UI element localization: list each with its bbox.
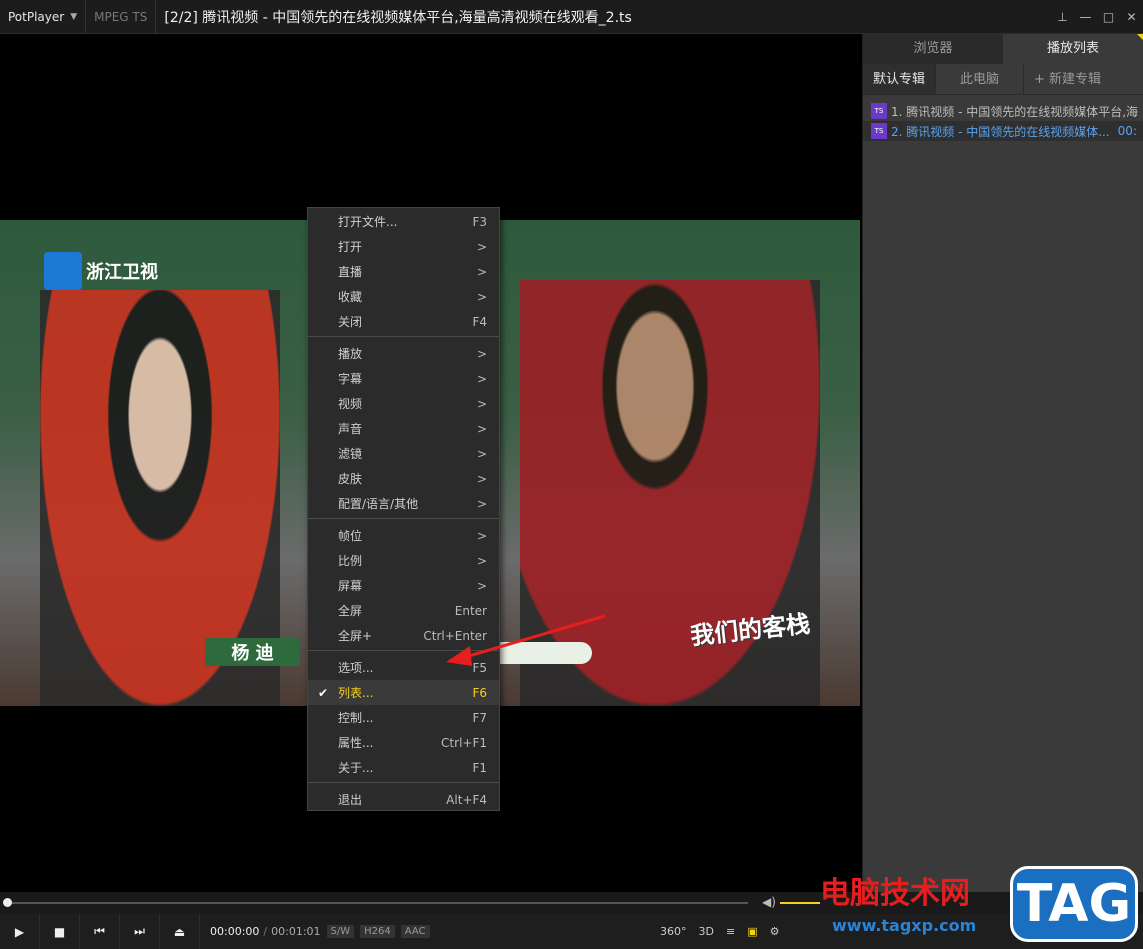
menu-item-config[interactable]: 配置/语言/其他 > (308, 491, 499, 516)
next-button[interactable]: ⏭ (120, 914, 160, 949)
menu-item-open-file[interactable]: 打开文件... F3 (308, 209, 499, 234)
playlist-panel: 浏览器 播放列表 默认专辑 此电脑 + 新建专辑 TS 1. 腾讯视频 - 中国… (862, 34, 1143, 892)
playlist-item-current[interactable]: TS 2. 腾讯视频 - 中国领先的在线视频媒体... 00: (863, 121, 1143, 141)
menu-item-live[interactable]: 直播 > (308, 259, 499, 284)
menu-item-audio[interactable]: 声音 > (308, 416, 499, 441)
close-icon[interactable]: ✕ (1120, 10, 1143, 24)
3d-button[interactable]: 3D (699, 925, 714, 938)
seek-track[interactable] (6, 902, 748, 904)
name-caption: 杨 迪 (205, 638, 300, 666)
chevron-down-icon: ▼ (70, 11, 78, 22)
context-menu: 打开文件... F3 打开 > 直播 > 收藏 > 关闭 F4 播放 > 字幕 > 视频 > 声… (307, 207, 500, 811)
channel-logo-icon (44, 252, 82, 290)
menu-item-skins[interactable]: 皮肤 > (308, 466, 499, 491)
stop-button[interactable]: ■ (40, 914, 80, 949)
menu-item-filters[interactable]: 滤镜 > (308, 441, 499, 466)
menu-item-properties[interactable]: 属性... Ctrl+F1 (308, 730, 499, 755)
menu-item-subtitles[interactable]: 字幕 > (308, 366, 499, 391)
eject-button[interactable]: ⏏ (160, 914, 200, 949)
menu-item-aspect[interactable]: 比例 > (308, 548, 499, 573)
playlist-item[interactable]: TS 1. 腾讯视频 - 中国领先的在线视频媒体平台,海 (863, 101, 1143, 121)
watermark: 电脑技术网 www.tagxp.com TAG (818, 866, 1138, 946)
menu-separator (308, 336, 499, 337)
watermark-url: www.tagxp.com (832, 916, 977, 935)
volume-icon[interactable]: ◀) (762, 895, 776, 909)
menu-item-playback[interactable]: 播放 > (308, 341, 499, 366)
tab-this-pc[interactable]: 此电脑 (936, 64, 1025, 94)
volume-slider[interactable] (780, 902, 820, 904)
playlist-toggle-icon[interactable]: ≡ (726, 925, 735, 938)
ts-file-icon: TS (871, 123, 887, 139)
album-tabs: 默认专辑 此电脑 + 新建专辑 (863, 64, 1143, 95)
current-time: 00:00:00 (210, 925, 260, 938)
audio-codec-badge: AAC (400, 925, 430, 938)
playlist: TS 1. 腾讯视频 - 中国领先的在线视频媒体平台,海 TS 2. 腾讯视频 … (863, 95, 1143, 141)
menu-item-favorites[interactable]: 收藏 > (308, 284, 499, 309)
annotation-arrow (446, 614, 606, 666)
window-controls: ⊥ — □ ✕ (1051, 0, 1143, 34)
vr-360-button[interactable]: 360° (660, 925, 687, 938)
ts-file-icon: TS (871, 103, 887, 119)
app-name: PotPlayer (8, 9, 65, 24)
channel-logo: 浙江卫视 (44, 252, 158, 290)
time-separator: / (263, 925, 268, 938)
panel-tabs: 浏览器 播放列表 (863, 34, 1143, 64)
menu-item-frame[interactable]: 帧位 > (308, 523, 499, 548)
maximize-icon[interactable]: □ (1097, 10, 1120, 24)
menu-separator (308, 782, 499, 783)
settings-icon[interactable]: ⚙ (770, 925, 780, 938)
tab-browser[interactable]: 浏览器 (863, 34, 1003, 64)
minimize-icon[interactable]: — (1074, 10, 1097, 24)
video-codec-badge: H264 (360, 925, 395, 938)
tab-playlist[interactable]: 播放列表 (1003, 34, 1143, 64)
menu-item-close[interactable]: 关闭 F4 (308, 309, 499, 334)
checkmark-icon: ✔ (317, 685, 329, 700)
seek-handle[interactable] (3, 898, 12, 907)
new-album-button[interactable]: + 新建专辑 (1024, 64, 1111, 94)
chapter-icon[interactable]: ▣ (747, 925, 757, 938)
menu-item-screen[interactable]: 屏幕 > (308, 573, 499, 598)
total-time: 00:01:01 (271, 925, 321, 938)
menu-item-about[interactable]: 关于... F1 (308, 755, 499, 780)
menu-item-video[interactable]: 视频 > (308, 391, 499, 416)
menu-item-open[interactable]: 打开 > (308, 234, 499, 259)
watermark-title: 电脑技术网 (820, 876, 970, 911)
format-label: MPEG TS (86, 0, 157, 34)
potplayer-window: PotPlayer ▼ MPEG TS [2/2] 腾讯视频 - 中国领先的在线… (0, 0, 1143, 949)
pin-icon[interactable]: ⊥ (1051, 10, 1074, 24)
menu-item-exit[interactable]: 退出 Alt+F4 (308, 787, 499, 812)
menu-separator (308, 518, 499, 519)
play-button[interactable]: ▶ (0, 914, 40, 949)
window-title: [2/2] 腾讯视频 - 中国领先的在线视频媒体平台,海量高清视频在线观看_2.… (164, 9, 632, 26)
watermark-tag: TAG (1010, 866, 1138, 942)
decoder-badge[interactable]: S/W (326, 925, 355, 938)
app-menu-button[interactable]: PotPlayer ▼ (0, 0, 87, 34)
menu-item-control[interactable]: 控制... F7 (308, 705, 499, 730)
title-bar: PotPlayer ▼ MPEG TS [2/2] 腾讯视频 - 中国领先的在线… (0, 0, 1143, 34)
menu-item-playlist[interactable]: ✔ 列表... F6 (308, 680, 499, 705)
right-controls: 360° 3D ≡ ▣ ⚙ (660, 914, 779, 949)
previous-button[interactable]: ⏮ (80, 914, 120, 949)
tab-default-album[interactable]: 默认专辑 (863, 64, 937, 94)
